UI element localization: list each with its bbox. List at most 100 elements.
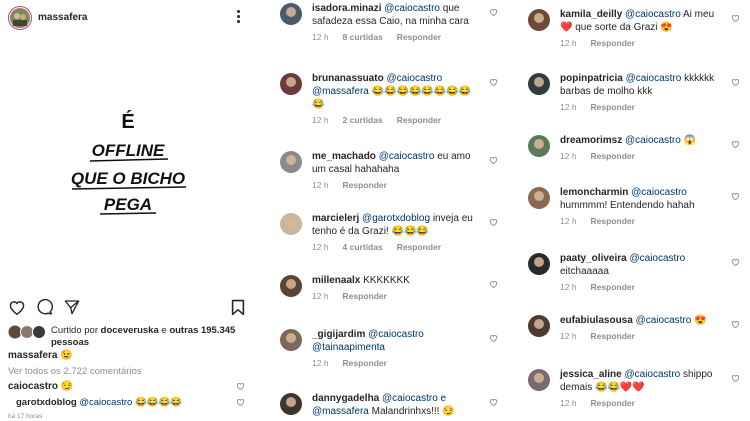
comment-user[interactable]: _gigijardim	[312, 329, 365, 340]
post-header: massafera	[0, 0, 256, 36]
comment-mention[interactable]: @caiocastro	[625, 9, 681, 20]
comment-user[interactable]: kamila_deilly	[560, 9, 622, 20]
comments-panel-2: kamila_deilly @caiocastro Ai meu ❤️ que …	[520, 0, 750, 421]
view-all-comments[interactable]: Ver todos os 2.722 comentários	[8, 366, 142, 377]
reply-button[interactable]: Responder	[591, 216, 635, 226]
comment-like-heart-icon[interactable]	[731, 140, 740, 151]
comment-meta: 12 h 2 curtidas Responder	[312, 114, 474, 127]
comment-avatar[interactable]	[280, 151, 302, 173]
comment-avatar[interactable]	[280, 3, 302, 25]
comment-like-heart-icon[interactable]	[236, 382, 245, 393]
comment-avatar[interactable]	[528, 369, 550, 391]
reply-button[interactable]: Responder	[591, 151, 635, 161]
comment-body: _gigijardim @caiocastro @tainaapimenta 1…	[312, 328, 474, 370]
comment-avatar[interactable]	[528, 9, 550, 31]
comment-like-heart-icon[interactable]	[731, 374, 740, 385]
comment-like-heart-icon[interactable]	[489, 156, 498, 167]
comment-likes[interactable]: 2 curtidas	[343, 115, 383, 125]
comment-like-heart-icon[interactable]	[489, 218, 498, 229]
comment-user[interactable]: millenaalx	[312, 275, 360, 286]
comment-user[interactable]: paaty_oliveira	[560, 253, 627, 264]
comment-likes[interactable]: 4 curtidas	[343, 242, 383, 252]
comment-user[interactable]: garotxdoblog	[16, 397, 77, 408]
comment-avatar[interactable]	[280, 275, 302, 297]
reply-button[interactable]: Responder	[397, 115, 441, 125]
bookmark-icon[interactable]	[231, 299, 245, 319]
comment-avatar[interactable]	[528, 73, 550, 95]
reply-button[interactable]: Responder	[397, 32, 441, 42]
comment-mention[interactable]: @caiocastro	[79, 397, 132, 408]
comment-mention[interactable]: @caiocastro	[636, 315, 692, 326]
reply-button[interactable]: Responder	[591, 282, 635, 292]
comment-meta: 12 h 4 curtidas Responder	[312, 241, 474, 254]
comment-text: 😍	[694, 315, 707, 326]
comment-user[interactable]: jessica_aline	[560, 369, 622, 380]
comment-like-heart-icon[interactable]	[236, 398, 245, 409]
comment-time: 12 h	[560, 398, 577, 408]
comment-user[interactable]: dannygadelha	[312, 393, 379, 404]
comment-avatar[interactable]	[528, 187, 550, 209]
comment-user[interactable]: isadora.minazi	[312, 3, 381, 14]
comment-user[interactable]: lemoncharmin	[560, 187, 628, 198]
reply-button[interactable]: Responder	[397, 242, 441, 252]
like-heart-icon[interactable]	[8, 299, 26, 318]
comment-user[interactable]: brunanassuato	[312, 73, 384, 84]
comment-mention[interactable]: @caiocastro	[626, 73, 682, 84]
comment-text: KKKKKKK	[363, 275, 410, 286]
comment-mention[interactable]: @caiocastro	[631, 187, 687, 198]
share-icon[interactable]	[64, 299, 80, 318]
liked-prefix: Curtido por	[51, 325, 98, 336]
liked-user[interactable]: doceveruska	[101, 325, 159, 336]
comment-mention[interactable]: @caiocastro	[625, 135, 681, 146]
comment-like-heart-icon[interactable]	[489, 8, 498, 19]
comment-user[interactable]: marcielerj	[312, 213, 359, 224]
comment-time: 12 h	[560, 282, 577, 292]
comment-mention[interactable]: @caiocastro	[379, 151, 435, 162]
comments-panel-1: isadora.minazi @caiocastro que safadeza …	[272, 0, 508, 421]
comment-like-heart-icon[interactable]	[731, 78, 740, 89]
comment-like-heart-icon[interactable]	[489, 334, 498, 345]
reply-button[interactable]: Responder	[343, 180, 387, 190]
comment-mention[interactable]: @caiocastro	[384, 3, 440, 14]
reply-button[interactable]: Responder	[591, 38, 635, 48]
more-options-icon[interactable]	[232, 9, 244, 25]
comment-like-heart-icon[interactable]	[489, 78, 498, 89]
comment-user[interactable]: eufabiulasousa	[560, 315, 633, 326]
comment-like-heart-icon[interactable]	[731, 320, 740, 331]
comment-avatar[interactable]	[528, 315, 550, 337]
reply-button[interactable]: Responder	[591, 331, 635, 341]
comment-mention[interactable]: @caiocastro	[625, 369, 681, 380]
comment-text: Malandrinhxs!!! 😏	[371, 406, 455, 417]
comment-time: 12 h	[560, 102, 577, 112]
comment-icon[interactable]	[36, 298, 53, 319]
comment-mention[interactable]: @caiocastro	[630, 253, 686, 264]
comment-avatar[interactable]	[280, 393, 302, 415]
comment-avatar[interactable]	[280, 213, 302, 235]
reply-button[interactable]: Responder	[343, 358, 387, 368]
comment-meta: 12 h Responder	[560, 330, 722, 343]
comment-mention[interactable]: @garotxdoblog	[362, 213, 430, 224]
reply-button[interactable]: Responder	[343, 291, 387, 301]
reply-button[interactable]: Responder	[591, 102, 635, 112]
comment-like-heart-icon[interactable]	[731, 192, 740, 203]
comment-avatar[interactable]	[280, 329, 302, 351]
comment-like-heart-icon[interactable]	[731, 14, 740, 25]
post-username[interactable]: massafera	[38, 12, 87, 23]
reply-button[interactable]: Responder	[591, 398, 635, 408]
comment-like-heart-icon[interactable]	[489, 398, 498, 409]
comment-meta: 12 h Responder	[560, 101, 722, 114]
comment-like-heart-icon[interactable]	[731, 258, 740, 269]
comment-user[interactable]: caiocastro	[8, 381, 58, 392]
comment-user[interactable]: popinpatricia	[560, 73, 623, 84]
comment-avatar[interactable]	[528, 253, 550, 275]
caption-user[interactable]: massafera	[8, 350, 57, 361]
profile-avatar[interactable]	[8, 6, 32, 33]
comment-avatar[interactable]	[528, 135, 550, 157]
comment-body: popinpatricia @caiocastro kkkkkk barbas …	[560, 72, 722, 114]
comment-like-heart-icon[interactable]	[489, 280, 498, 291]
comment-avatar[interactable]	[280, 73, 302, 95]
comment-time: 12 h	[560, 38, 577, 48]
comment-likes[interactable]: 8 curtidas	[343, 32, 383, 42]
comment-user[interactable]: dreamorimsz	[560, 135, 622, 146]
comment-user[interactable]: me_machado	[312, 151, 376, 162]
